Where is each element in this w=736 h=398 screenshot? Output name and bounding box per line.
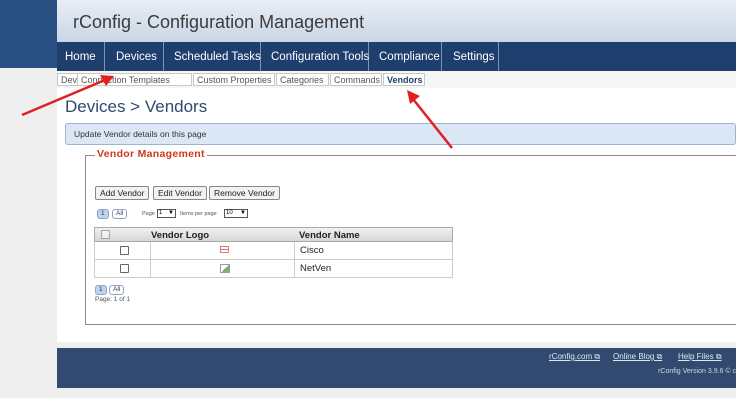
nav-compliance[interactable]: Compliance	[369, 42, 442, 71]
footer-link-help[interactable]: Help Files ⧉	[678, 352, 722, 362]
footer-link-rconfig-label: rConfig.com	[549, 352, 593, 361]
nav-settings-label: Settings	[453, 50, 495, 63]
row-checkbox[interactable]	[120, 264, 129, 273]
nav-devices-label: Devices	[116, 50, 157, 63]
add-vendor-button[interactable]: Add Vendor	[95, 186, 150, 200]
vendor-name-cell: Cisco	[300, 245, 324, 256]
app-header: rConfig - Configuration Management	[57, 0, 736, 42]
subnav-commands-label: Commands	[334, 75, 381, 85]
table-header: Vendor Logo Vendor Name	[94, 227, 453, 242]
footer: rConfig.com ⧉ Online Blog ⧉ Help Files ⧉…	[57, 348, 736, 388]
external-link-icon: ⧉	[594, 352, 601, 361]
row-checkbox[interactable]	[120, 246, 129, 255]
header-vendor-name: Vendor Name	[299, 230, 360, 241]
remove-vendor-button[interactable]: Remove Vendor	[209, 186, 280, 200]
items-per-page-select[interactable]: 10 ▼	[224, 209, 248, 218]
nav-settings[interactable]: Settings	[442, 42, 499, 71]
subnav-connection-templates-label: Connection Templates	[81, 75, 170, 85]
subnav-vendors[interactable]: Vendors	[383, 73, 425, 86]
nav-configuration-tools-label: Configuration Tools	[271, 50, 370, 63]
nav-configuration-tools[interactable]: Configuration Tools	[261, 42, 369, 71]
footer-link-rconfig[interactable]: rConfig.com ⧉	[549, 352, 600, 362]
vendor-table: Vendor Logo Vendor Name Cisco NetVen	[94, 227, 453, 282]
page-select-value: 1	[159, 210, 163, 216]
page-title: Devices > Vendors	[65, 97, 208, 116]
footer-link-blog[interactable]: Online Blog ⧉	[613, 352, 662, 362]
external-link-icon: ⧉	[715, 352, 722, 361]
info-banner: Update Vendor details on this page	[65, 123, 736, 145]
subnav-connection-templates[interactable]: Connection Templates	[77, 73, 192, 86]
subnav-categories[interactable]: Categories	[276, 73, 329, 86]
select-all-checkbox[interactable]	[101, 230, 110, 239]
column-divider	[150, 260, 151, 278]
page-label: Page	[142, 211, 155, 217]
nav-home[interactable]: Home	[57, 42, 105, 71]
column-divider	[294, 260, 295, 278]
main-nav: Home Devices Scheduled Tasks Configurati…	[57, 42, 736, 71]
footer-link-help-label: Help Files	[678, 352, 714, 361]
page-summary: Page: 1 of 1	[95, 296, 131, 303]
page-all-button[interactable]: All	[112, 209, 128, 219]
nav-devices[interactable]: Devices	[105, 42, 164, 71]
edit-vendor-button[interactable]: Edit Vendor	[153, 186, 207, 200]
table-row[interactable]: Cisco	[94, 242, 453, 260]
subnav-categories-label: Categories	[280, 75, 324, 85]
main-content: Devices > Vendors Update Vendor details …	[57, 88, 736, 342]
chevron-down-icon: ▼	[168, 210, 174, 216]
nav-compliance-label: Compliance	[379, 50, 440, 63]
bottom-page-all-button[interactable]: All	[109, 285, 125, 295]
cisco-logo-image	[220, 246, 229, 253]
items-per-page-label: Items per page	[180, 211, 217, 217]
app-title: rConfig - Configuration Management	[73, 12, 365, 32]
table-row[interactable]: NetVen	[94, 260, 453, 278]
left-accent-band	[0, 0, 57, 68]
sub-nav: Devices Connection Templates Custom Prop…	[57, 71, 736, 89]
header-vendor-logo: Vendor Logo	[151, 230, 210, 241]
vendor-name-cell: NetVen	[300, 263, 332, 274]
nav-scheduled-tasks-label: Scheduled Tasks	[174, 50, 261, 63]
nav-home-label: Home	[65, 50, 96, 63]
column-divider	[294, 242, 295, 260]
chevron-down-icon: ▼	[240, 210, 246, 216]
subnav-commands[interactable]: Commands	[330, 73, 382, 86]
subnav-custom-properties-label: Custom Properties	[197, 75, 272, 85]
items-per-page-value: 10	[226, 210, 233, 216]
broken-image-icon	[220, 264, 230, 273]
page-select[interactable]: 1 ▼	[157, 209, 176, 218]
bottom-page-1-button[interactable]: 1	[95, 285, 107, 295]
version-text: rConfig Version 3.9.6 © c	[658, 368, 736, 375]
page-1-button[interactable]: 1	[97, 209, 109, 219]
external-link-icon: ⧉	[656, 352, 663, 361]
column-divider	[150, 242, 151, 260]
subnav-custom-properties[interactable]: Custom Properties	[193, 73, 275, 86]
nav-scheduled-tasks[interactable]: Scheduled Tasks	[164, 42, 261, 71]
panel-legend: Vendor Management	[95, 148, 207, 160]
subnav-vendors-label: Vendors	[387, 75, 423, 85]
footer-link-blog-label: Online Blog	[613, 352, 655, 361]
